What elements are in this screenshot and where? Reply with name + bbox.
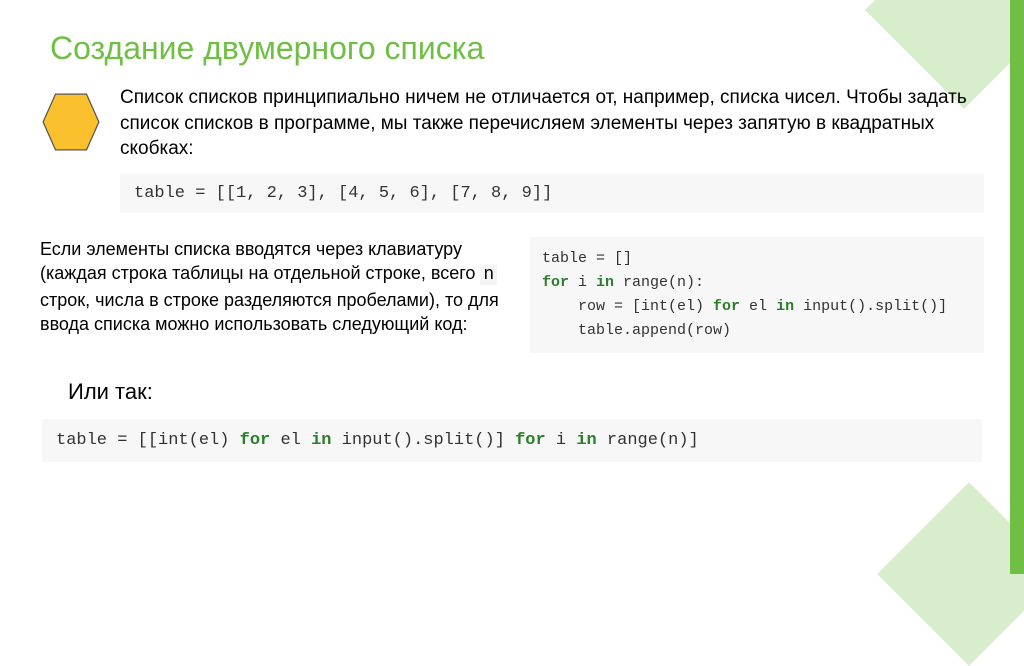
- slide-title: Создание двумерного списка: [50, 30, 984, 67]
- input-paragraph: Если элементы списка вводятся через клав…: [40, 237, 500, 336]
- code-block-3: table = [[int(el) for el in input().spli…: [42, 419, 982, 462]
- accent-triangle-bottom: [877, 482, 1024, 666]
- input-section: Если элементы списка вводятся через клав…: [40, 237, 984, 353]
- slide-container: Создание двумерного списка Список списко…: [0, 0, 1024, 482]
- code-block-2: table = [] for i in range(n): row = [int…: [530, 237, 984, 353]
- inline-code-n: n: [480, 265, 497, 285]
- code-block-1: table = [[1, 2, 3], [4, 5, 6], [7, 8, 9]…: [120, 174, 984, 213]
- intro-text-box: Список списков принципиально ничем не от…: [120, 85, 984, 213]
- hexagon-icon: [40, 91, 102, 158]
- intro-paragraph: Список списков принципиально ничем не от…: [120, 85, 984, 162]
- intro-section: Список списков принципиально ничем не от…: [40, 85, 984, 213]
- or-label: Или так:: [68, 379, 984, 405]
